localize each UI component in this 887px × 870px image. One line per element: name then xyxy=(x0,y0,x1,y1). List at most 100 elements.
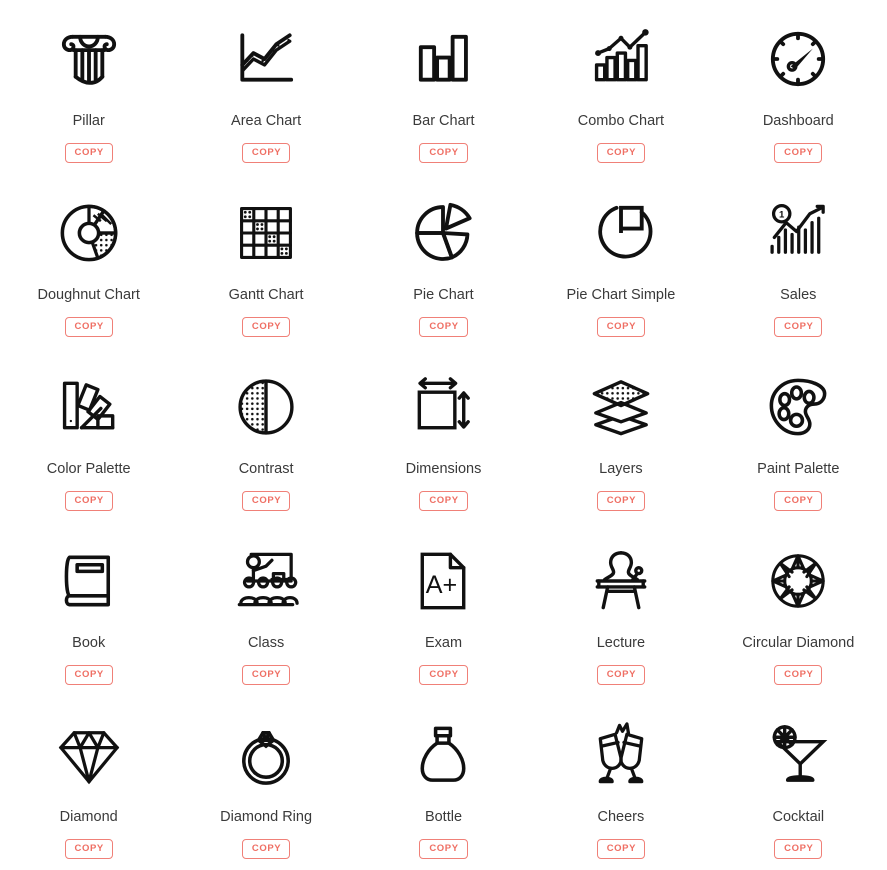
layers-icon xyxy=(578,364,664,450)
copy-button[interactable]: COPY xyxy=(419,317,468,337)
icon-label: Color Palette xyxy=(46,461,131,477)
icon-label: Layers xyxy=(599,461,643,477)
copy-button[interactable]: COPY xyxy=(419,839,468,859)
icon-card: Contrast COPY xyxy=(177,352,354,526)
icon-card: Pie Chart COPY xyxy=(355,178,532,352)
icon-label: Paint Palette xyxy=(757,461,840,477)
copy-button[interactable]: COPY xyxy=(419,143,468,163)
icon-card: Dashboard COPY xyxy=(710,4,887,178)
icon-label: Contrast xyxy=(238,461,294,477)
book-icon xyxy=(46,538,132,624)
copy-button[interactable]: COPY xyxy=(64,491,113,511)
sales-icon: 1 xyxy=(755,190,841,276)
icon-card: Combo Chart COPY xyxy=(532,4,709,178)
area-chart-icon xyxy=(223,16,309,102)
icon-label: Area Chart xyxy=(231,113,302,129)
dashboard-icon xyxy=(755,16,841,102)
class-icon xyxy=(223,538,309,624)
icon-label: Book xyxy=(72,635,106,651)
copy-button[interactable]: COPY xyxy=(241,143,291,163)
icon-card: Class COPY xyxy=(177,526,354,700)
icon-label: Pie Chart xyxy=(413,287,474,303)
copy-button[interactable]: COPY xyxy=(64,143,113,163)
cocktail-icon xyxy=(755,712,841,798)
icon-card: Layers COPY xyxy=(532,352,709,526)
icon-card: Color Palette COPY xyxy=(0,352,177,526)
icon-card: A+ Exam COPY xyxy=(355,526,532,700)
pie-chart-simple-icon xyxy=(578,190,664,276)
cheers-icon xyxy=(578,712,664,798)
copy-button[interactable]: COPY xyxy=(419,491,468,511)
icon-card: 1 Sales COPY xyxy=(710,178,887,352)
copy-button[interactable]: COPY xyxy=(774,143,823,163)
icon-card: Book COPY xyxy=(0,526,177,700)
icon-label: Bottle xyxy=(424,809,463,825)
icon-label: Cocktail xyxy=(772,809,825,825)
exam-icon: A+ xyxy=(400,538,486,624)
copy-button[interactable]: COPY xyxy=(774,491,823,511)
pillar-icon xyxy=(46,16,132,102)
icon-card: Dimensions COPY xyxy=(355,352,532,526)
icon-card: Cocktail COPY xyxy=(710,700,887,870)
bottle-icon xyxy=(400,712,486,798)
gantt-chart-icon xyxy=(223,190,309,276)
copy-button[interactable]: COPY xyxy=(64,317,113,337)
icon-label: Bar Chart xyxy=(412,113,475,129)
icon-label: Pillar xyxy=(72,113,105,129)
copy-button[interactable]: COPY xyxy=(419,665,468,685)
icon-card: Cheers COPY xyxy=(532,700,709,870)
icon-label: Lecture xyxy=(596,635,646,651)
copy-button[interactable]: COPY xyxy=(241,491,291,511)
copy-button[interactable]: COPY xyxy=(596,317,646,337)
icon-label: Pie Chart Simple xyxy=(566,287,676,303)
copy-button[interactable]: COPY xyxy=(241,317,291,337)
svg-text:1: 1 xyxy=(779,209,785,220)
icon-label: Diamond Ring xyxy=(220,809,313,825)
icon-label: Dimensions xyxy=(405,461,482,477)
icon-label: Cheers xyxy=(597,809,645,825)
icon-card: Bar Chart COPY xyxy=(355,4,532,178)
pie-chart-icon xyxy=(400,190,486,276)
copy-button[interactable]: COPY xyxy=(774,839,823,859)
copy-button[interactable]: COPY xyxy=(596,665,646,685)
svg-text:A+: A+ xyxy=(426,571,457,599)
icon-label: Gantt Chart xyxy=(228,287,304,303)
diamond-ring-icon xyxy=(223,712,309,798)
icon-card: Paint Palette COPY xyxy=(710,352,887,526)
icon-card: Pie Chart Simple COPY xyxy=(532,178,709,352)
icon-label: Dashboard xyxy=(762,113,834,129)
paint-palette-icon xyxy=(755,364,841,450)
lecture-icon xyxy=(578,538,664,624)
copy-button[interactable]: COPY xyxy=(241,665,291,685)
copy-button[interactable]: COPY xyxy=(241,839,291,859)
doughnut-chart-icon xyxy=(46,190,132,276)
contrast-icon xyxy=(223,364,309,450)
copy-button[interactable]: COPY xyxy=(64,839,113,859)
icon-label: Combo Chart xyxy=(577,113,664,129)
icon-card: Diamond Ring COPY xyxy=(177,700,354,870)
icon-card: Bottle COPY xyxy=(355,700,532,870)
icon-card: Diamond COPY xyxy=(0,700,177,870)
icon-label: Exam xyxy=(424,635,463,651)
icon-card: Doughnut Chart COPY xyxy=(0,178,177,352)
bar-chart-icon xyxy=(400,16,486,102)
icon-label: Sales xyxy=(780,287,817,303)
copy-button[interactable]: COPY xyxy=(774,317,823,337)
copy-button[interactable]: COPY xyxy=(596,839,646,859)
icon-card: Lecture COPY xyxy=(532,526,709,700)
copy-button[interactable]: COPY xyxy=(64,665,113,685)
circular-diamond-icon xyxy=(755,538,841,624)
combo-chart-icon xyxy=(578,16,664,102)
icon-label: Class xyxy=(247,635,285,651)
icon-gallery-grid: Pillar COPY Area Chart COPY Bar Chart COPY … xyxy=(0,0,887,870)
icon-label: Diamond xyxy=(59,809,118,825)
color-palette-icon xyxy=(46,364,132,450)
icon-card: Area Chart COPY xyxy=(177,4,354,178)
icon-card: Pillar COPY xyxy=(0,4,177,178)
diamond-icon xyxy=(46,712,132,798)
copy-button[interactable]: COPY xyxy=(774,665,823,685)
icon-card: Circular Diamond COPY xyxy=(710,526,887,700)
icon-label: Circular Diamond xyxy=(742,635,855,651)
copy-button[interactable]: COPY xyxy=(596,143,646,163)
copy-button[interactable]: COPY xyxy=(596,491,646,511)
